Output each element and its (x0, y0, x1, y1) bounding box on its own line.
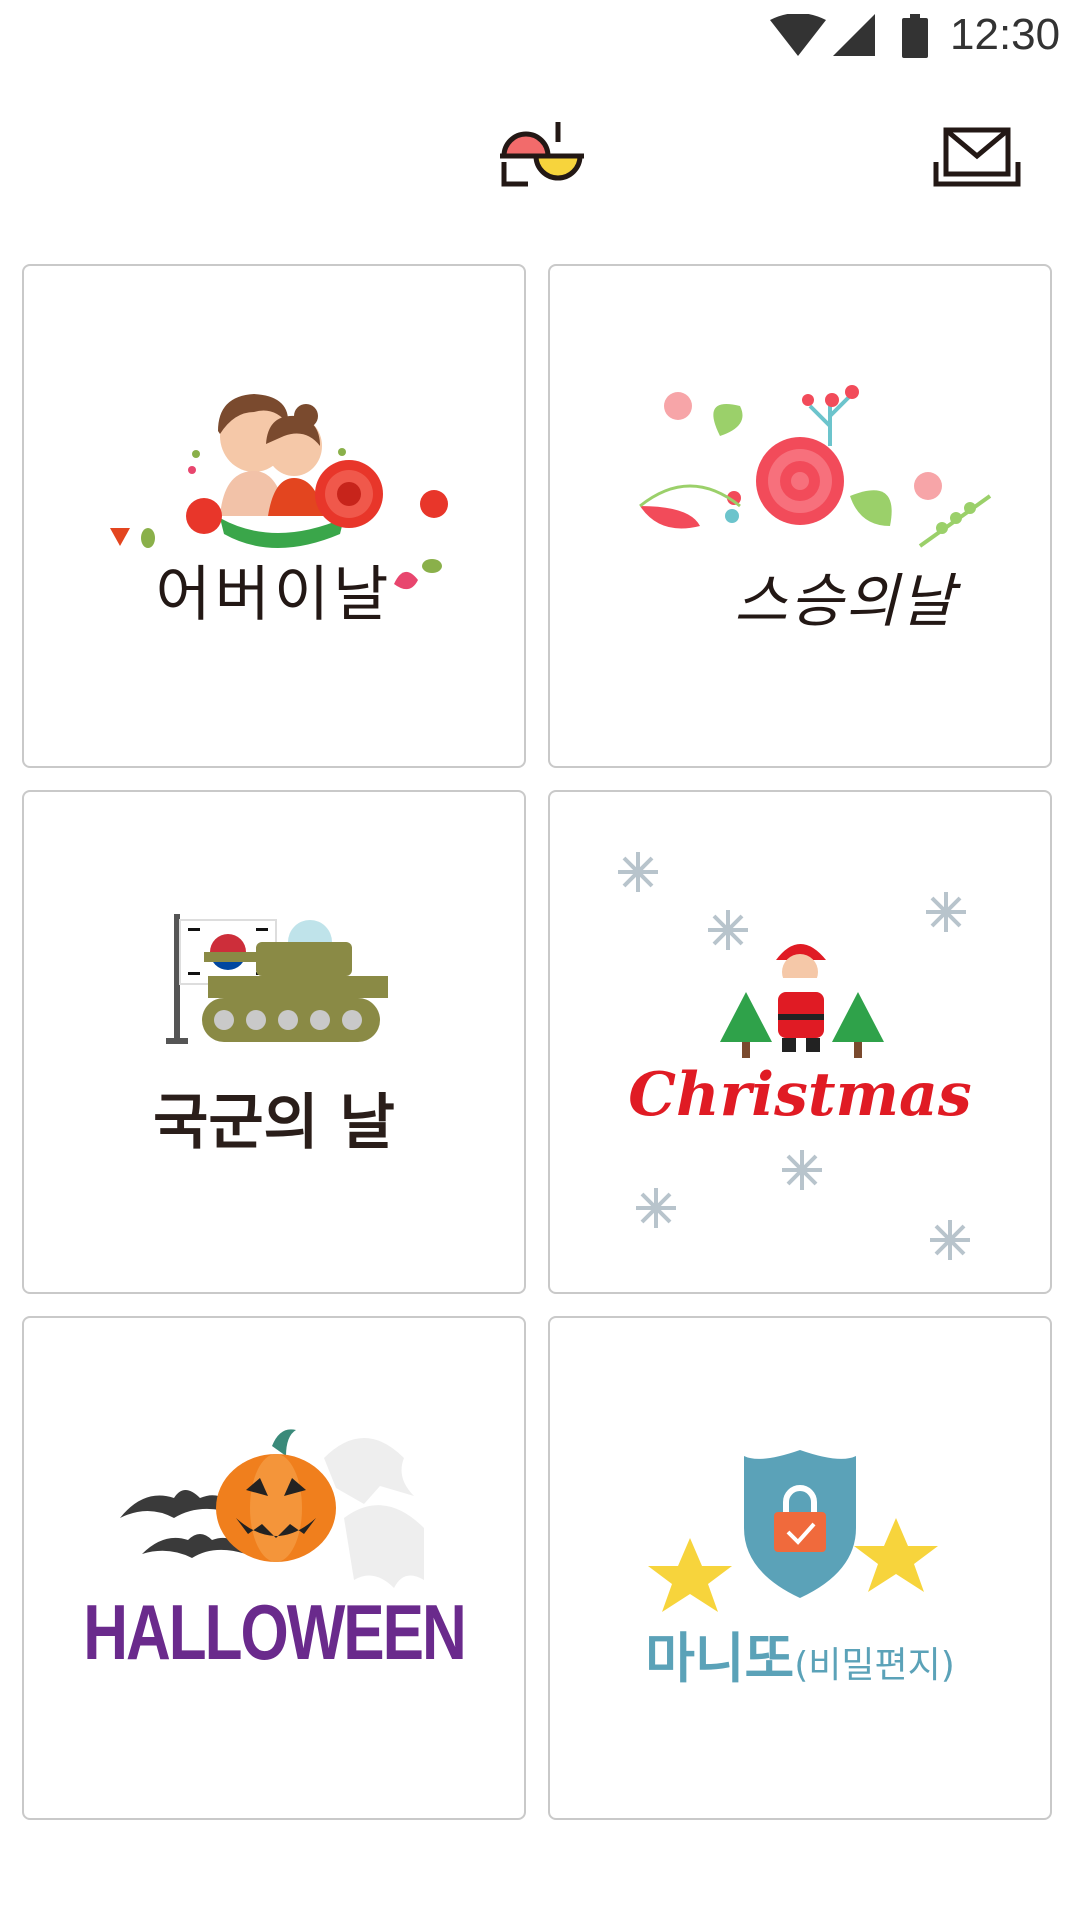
status-time: 12:30 (950, 10, 1061, 59)
card-parents-day[interactable]: 어버이날 (22, 264, 526, 768)
wifi-icon (770, 14, 826, 56)
card-label: 마니또(비밀편지) (550, 1614, 1050, 1693)
app-logo-icon (500, 122, 584, 187)
rose-icon (756, 437, 844, 525)
mailbox-button[interactable] (932, 122, 1022, 192)
shield-lock-illustration (648, 1450, 938, 1612)
app-header (0, 70, 1080, 250)
snowflake-icon (618, 852, 970, 1260)
card-label: 스승의날 (734, 567, 956, 635)
parents-couple-illustration (110, 394, 448, 590)
santa-illustration (618, 852, 970, 1260)
card-christmas[interactable]: Christmas (548, 790, 1052, 1294)
status-bar: 12:30 (0, 0, 1080, 70)
santa-icon (776, 944, 826, 1052)
ghost-icon (324, 1438, 424, 1588)
mailbox-icon (933, 127, 1021, 187)
card-label: HALLOWEEN (83, 1590, 467, 1677)
card-manito[interactable]: 마니또(비밀편지) (548, 1316, 1052, 1820)
carnation-icon (315, 460, 383, 528)
manito-subtitle: (비밀편지) (794, 1645, 955, 1686)
card-halloween[interactable]: HALLOWEEN (22, 1316, 526, 1820)
signal-icon (833, 14, 875, 56)
card-label: Christmas (628, 1060, 972, 1130)
card-armed-forces-day[interactable]: 국군의 날 (22, 790, 526, 1294)
card-label: 어버이날 (155, 560, 393, 630)
card-teachers-day[interactable]: 스승의날 (548, 264, 1052, 768)
tank-flag-illustration (166, 914, 388, 1044)
manito-title: 마니또 (645, 1627, 795, 1690)
rose-bouquet-illustration (639, 385, 992, 548)
pumpkin-illustration (120, 1429, 424, 1588)
battery-icon (902, 14, 928, 58)
card-label: 국군의 날 (153, 1088, 395, 1158)
